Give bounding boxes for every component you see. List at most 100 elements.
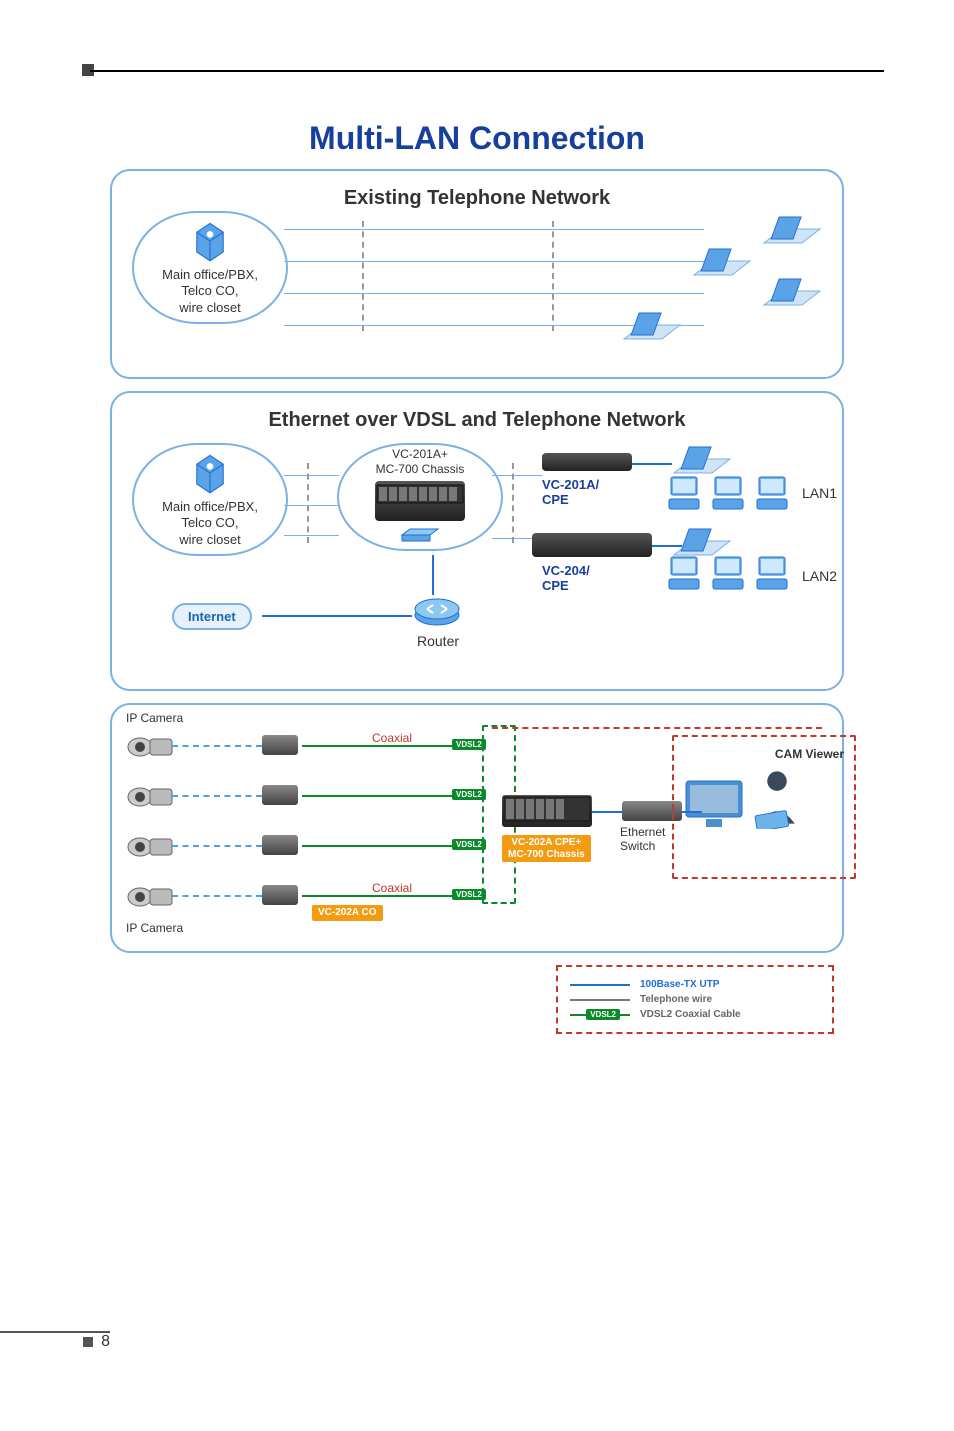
internet-to-router-line <box>262 615 412 617</box>
lan1-label: LAN1 <box>802 485 837 501</box>
tel-line-3 <box>284 293 704 294</box>
page-footer: 8 <box>0 1331 110 1351</box>
building-icon-3 <box>762 271 822 311</box>
pc-icon <box>667 580 707 596</box>
panel-ethernet-over-vdsl: Ethernet over VDSL and Telephone Network… <box>110 391 844 691</box>
ipcam-top-label: IP Camera <box>126 711 183 725</box>
main-office-label-p1: Main office/PBX, Telco CO, wire closet <box>140 267 280 316</box>
page-number: 8 <box>97 1333 110 1350</box>
panel1-title: Existing Telephone Network <box>130 187 824 210</box>
page-title: Multi-LAN Connection <box>70 120 884 157</box>
tel-line-2 <box>284 261 704 262</box>
vdsl2-badge-2: VDSL2 <box>452 789 486 800</box>
legend-vdsl-label: VDSL2 Coaxial Cable <box>640 1009 741 1020</box>
legend-utp-label: 100Base-TX UTP <box>640 979 719 990</box>
legend-utp-row: 100Base-TX UTP <box>570 979 820 990</box>
router-to-chassis-line <box>432 555 434 595</box>
lan2-label: LAN2 <box>802 568 837 584</box>
pc-group-lan2 <box>667 553 795 596</box>
legend-vdsl-row: VDSL2 VDSL2 Coaxial Cable <box>570 1009 820 1020</box>
legend-utp-line <box>570 984 630 986</box>
legend-tel-line <box>570 999 630 1001</box>
coax-line-1 <box>172 745 262 747</box>
splice-1-p1 <box>362 221 364 331</box>
vdsl-line-1 <box>302 745 472 747</box>
coax-label-2: Coaxial <box>372 881 412 895</box>
utp-line-lan2 <box>652 545 682 547</box>
coax-line-2 <box>172 795 262 797</box>
pc-icon <box>755 500 795 516</box>
pc-icon <box>667 500 707 516</box>
ethernet-switch-label: Ethernet Switch <box>620 825 665 853</box>
coax-label-1: Coaxial <box>372 731 412 745</box>
vc201a-cpe-label: VC-201A/ CPE <box>542 477 599 507</box>
panel-existing-telephone: Existing Telephone Network Main office/P… <box>110 169 844 379</box>
switch-to-viewer-line <box>682 811 702 813</box>
router-link-icon <box>400 525 440 543</box>
vc202a-co-tag: VC-202A CO <box>312 905 383 921</box>
vc202a-co-box-4 <box>262 885 298 905</box>
pbx-icon-p2 <box>188 451 232 495</box>
utp-line-lan1 <box>632 463 672 465</box>
pbx-icon <box>188 219 232 263</box>
legend-vdsl2-badge: VDSL2 <box>586 1009 620 1020</box>
pc-icon <box>755 580 795 596</box>
cam-viewer-title: CAM Viewer <box>684 747 844 761</box>
camera-icon <box>126 731 174 761</box>
camera-icon <box>126 881 174 911</box>
vc201a-cpe-device <box>542 453 632 471</box>
cpe-to-switch-line <box>592 811 622 813</box>
vdsl2-badge-3: VDSL2 <box>452 839 486 850</box>
vc202a-cpe-tag: VC-202A CPE+ MC-700 Chassis <box>502 835 591 862</box>
main-office-node-p2: Main office/PBX, Telco CO, wire closet <box>132 443 288 556</box>
tel-line-p2-4 <box>492 475 542 476</box>
coax-line-3 <box>172 845 262 847</box>
vc202a-co-box-3 <box>262 835 298 855</box>
chassis-icon <box>375 481 465 521</box>
legend-tel-row: Telephone wire <box>570 994 820 1005</box>
splice-2-p2 <box>512 463 514 543</box>
vdsl2-badge-4: VDSL2 <box>452 889 486 900</box>
tel-line-1 <box>284 229 704 230</box>
building-icon-4 <box>622 305 682 345</box>
tel-line-p2-1 <box>284 475 339 476</box>
main-office-node-p1: Main office/PBX, Telco CO, wire closet <box>132 211 288 324</box>
vdsl-line-4 <box>302 895 472 897</box>
vdsl-line-2 <box>302 795 472 797</box>
camera-icon <box>126 831 174 861</box>
vc202a-cpe-chassis <box>502 795 592 827</box>
vc202a-co-box-2 <box>262 785 298 805</box>
main-office-label-p2: Main office/PBX, Telco CO, wire closet <box>140 499 280 548</box>
ipcam-bot-label: IP Camera <box>126 921 183 935</box>
router-label: Router <box>417 633 459 649</box>
coax-line-4 <box>172 895 262 897</box>
vc204-cpe-label: VC-204/ CPE <box>542 563 590 593</box>
vc202a-co-box-1 <box>262 735 298 755</box>
pc-icon <box>711 500 751 516</box>
panel-coax-camera: IP Camera IP Camera Coaxial VDSL2 VDSL2 … <box>110 703 844 953</box>
building-icon-1 <box>762 209 822 249</box>
red-dash-top <box>492 727 822 729</box>
pc-group-lan1 <box>667 473 795 516</box>
user-icon <box>750 767 804 829</box>
legend-vdsl-line: VDSL2 <box>570 1014 630 1016</box>
tel-line-p2-3 <box>284 535 339 536</box>
router-icon <box>412 593 462 636</box>
internet-label: Internet <box>172 603 252 630</box>
page-footer-marker <box>83 1337 93 1347</box>
vc201a-chassis-node: VC-201A+ MC-700 Chassis <box>337 443 503 551</box>
panel2-title: Ethernet over VDSL and Telephone Network <box>130 409 824 432</box>
internet-cloud: Internet <box>172 603 252 630</box>
vc201a-chassis-label: VC-201A+ MC-700 Chassis <box>345 447 495 477</box>
monitor-icon <box>684 779 744 829</box>
vc204-cpe-device <box>532 533 652 557</box>
tel-line-p2-2 <box>284 505 339 506</box>
vdsl-line-3 <box>302 845 472 847</box>
splice-1-p2 <box>307 463 309 543</box>
splice-2-p1 <box>552 221 554 331</box>
camera-icon <box>126 781 174 811</box>
legend-tel-label: Telephone wire <box>640 994 712 1005</box>
cam-viewer-box: CAM Viewer <box>672 735 856 879</box>
page-top-rule <box>90 70 884 72</box>
legend-box: 100Base-TX UTP Telephone wire VDSL2 VDSL… <box>556 965 834 1034</box>
